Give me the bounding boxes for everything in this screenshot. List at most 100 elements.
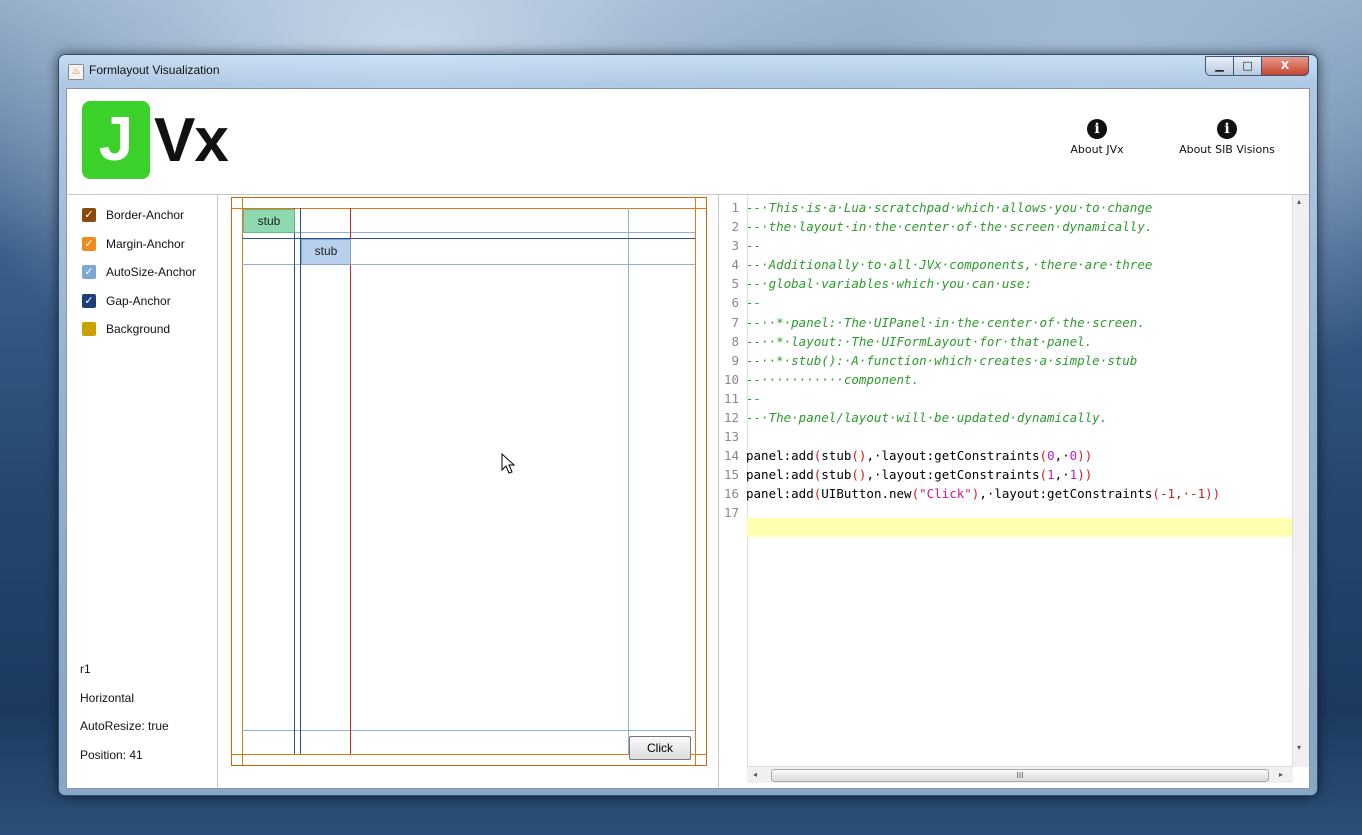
info-icon: i <box>1087 119 1107 139</box>
legend-label: Background <box>106 322 171 336</box>
code-text: --···········component. <box>746 372 920 387</box>
window-controls: ▁ □ X <box>1205 56 1309 76</box>
code-token: stub <box>821 448 852 463</box>
gap-anchor-v2[interactable] <box>300 208 301 754</box>
border-anchor-top[interactable] <box>231 197 707 198</box>
margin-anchor-right[interactable] <box>695 197 696 765</box>
info-icon: i <box>1217 119 1237 139</box>
selected-anchor-r1[interactable] <box>350 208 351 754</box>
close-button[interactable]: X <box>1261 56 1309 76</box>
code-token: 1 <box>1047 467 1055 482</box>
code-token: 0 <box>1047 448 1055 463</box>
code-token: (-1,·-1) <box>1152 486 1213 501</box>
line-number: 17 <box>723 505 739 520</box>
anchor-position: Position: 41 <box>80 748 143 762</box>
scroll-up-icon[interactable]: ▴ <box>1297 197 1301 206</box>
current-line-highlight <box>747 518 1293 537</box>
minimize-button[interactable]: ▁ <box>1205 56 1234 76</box>
client-area: J Vx i About JVx i About SIB Visions ✓ B… <box>66 88 1310 789</box>
line-number: 11 <box>723 391 739 406</box>
code-token: UIButton.new <box>821 486 912 501</box>
line-number: 10 <box>723 372 739 387</box>
checkbox-checked-icon[interactable]: ✓ <box>82 237 96 251</box>
layout-canvas[interactable]: stub stub Click <box>218 195 719 788</box>
legend-border-anchor[interactable]: ✓ Border-Anchor <box>82 208 184 222</box>
line-number: 14 <box>723 448 739 463</box>
code-text: --··*·stub():·A·function·which·creates·a… <box>746 353 1138 368</box>
code-text: --·the·layout·in·the·center·of·the·scree… <box>746 219 1153 234</box>
margin-anchor-left[interactable] <box>242 197 243 765</box>
header: J Vx i About JVx i About SIB Visions <box>67 89 1309 195</box>
title-bar[interactable]: ♨ Formlayout Visualization ▁ □ X <box>59 55 1317 87</box>
code-text: --·global·variables·which·you·can·use: <box>746 276 1032 291</box>
code-token: ) <box>1212 486 1221 501</box>
line-number: 8 <box>731 334 739 349</box>
logo-j-badge: J <box>82 101 150 179</box>
scroll-down-icon[interactable]: ▾ <box>1297 743 1301 752</box>
lua-editor[interactable]: 1 --·This·is·a·Lua·scratchpad·which·allow… <box>719 195 1309 788</box>
stub-component-2[interactable]: stub <box>301 239 351 265</box>
border-anchor-right[interactable] <box>706 197 707 765</box>
code-text: -- <box>746 238 762 253</box>
window-title: Formlayout Visualization <box>89 63 220 77</box>
line-number: 1 <box>731 200 739 215</box>
margin-anchor-top[interactable] <box>231 208 707 209</box>
about-sib-label: About SIB Visions <box>1179 143 1275 156</box>
line-number: 2 <box>731 219 739 234</box>
java-app-icon: ♨ <box>68 64 84 80</box>
autosize-anchor-v1[interactable] <box>628 208 629 754</box>
code-text: --·The·panel/layout·will·be·updated·dyna… <box>746 410 1108 425</box>
anchor-orientation: Horizontal <box>80 691 135 705</box>
code-token: ( <box>1039 448 1048 463</box>
border-anchor-left[interactable] <box>231 197 232 765</box>
horizontal-scrollbar[interactable]: ◂ III ▸ <box>747 766 1293 783</box>
line-number: 5 <box>731 276 739 291</box>
code-text: panel:add(stub(),·layout:getConstraints(… <box>746 448 1092 463</box>
vertical-scrollbar[interactable]: ▴ ▾ <box>1292 195 1309 767</box>
code-token: ,·layout:getConstraints <box>866 467 1040 482</box>
checkbox-checked-icon[interactable]: ✓ <box>82 265 96 279</box>
maximize-button[interactable]: □ <box>1233 56 1262 76</box>
code-token: ,·layout:getConstraints <box>979 486 1153 501</box>
checkbox-checked-icon[interactable]: ✓ <box>82 294 96 308</box>
legend-autosize-anchor[interactable]: ✓ AutoSize-Anchor <box>82 265 196 279</box>
code-token: stub <box>821 467 852 482</box>
legend-gap-anchor[interactable]: ✓ Gap-Anchor <box>82 294 171 308</box>
line-number: 12 <box>723 410 739 425</box>
about-jvx-label: About JVx <box>1070 143 1124 156</box>
legend-label: AutoSize-Anchor <box>106 265 197 279</box>
line-number: 7 <box>731 315 739 330</box>
code-token: )) <box>1077 448 1093 463</box>
click-button[interactable]: Click <box>629 736 691 760</box>
code-text: --··*·layout:·The·UIFormLayout·for·that·… <box>746 334 1093 349</box>
horizontal-scroll-thumb[interactable]: III <box>771 769 1269 782</box>
app-window: ♨ Formlayout Visualization ▁ □ X J Vx i … <box>58 54 1318 796</box>
legend-margin-anchor[interactable]: ✓ Margin-Anchor <box>82 237 185 251</box>
scroll-left-icon[interactable]: ◂ <box>753 770 757 779</box>
line-number: 3 <box>731 238 739 253</box>
about-jvx-button[interactable]: i About JVx <box>1067 119 1127 156</box>
code-text: --··*·panel:·The·UIPanel·in·the·center·o… <box>746 315 1145 330</box>
about-sib-button[interactable]: i About SIB Visions <box>1172 119 1282 156</box>
line-number: 4 <box>731 257 739 272</box>
border-anchor-bottom[interactable] <box>231 765 707 766</box>
anchor-autoresize: AutoResize: true <box>80 719 169 733</box>
legend-label: Border-Anchor <box>106 208 185 222</box>
legend-label: Margin-Anchor <box>106 237 185 251</box>
grip-icon: III <box>1016 771 1024 780</box>
code-text: -- <box>746 295 762 310</box>
gap-anchor-v1[interactable] <box>294 208 295 754</box>
code-token: () <box>851 448 867 463</box>
checkbox-unchecked-icon[interactable] <box>82 322 96 336</box>
code-token: ( <box>911 486 920 501</box>
code-text: panel:add(stub(),·layout:getConstraints(… <box>746 467 1092 482</box>
legend-background[interactable]: Background <box>82 322 170 336</box>
line-number: 9 <box>731 353 739 368</box>
scroll-right-icon[interactable]: ▸ <box>1279 770 1283 779</box>
checkbox-checked-icon[interactable]: ✓ <box>82 208 96 222</box>
code-token: ,· <box>1054 467 1070 482</box>
code-token: panel:add <box>746 467 814 482</box>
stub-component-1[interactable]: stub <box>243 209 295 233</box>
legend-panel: ✓ Border-Anchor ✓ Margin-Anchor ✓ AutoSi… <box>67 195 218 788</box>
jvx-logo: J Vx <box>82 101 229 179</box>
